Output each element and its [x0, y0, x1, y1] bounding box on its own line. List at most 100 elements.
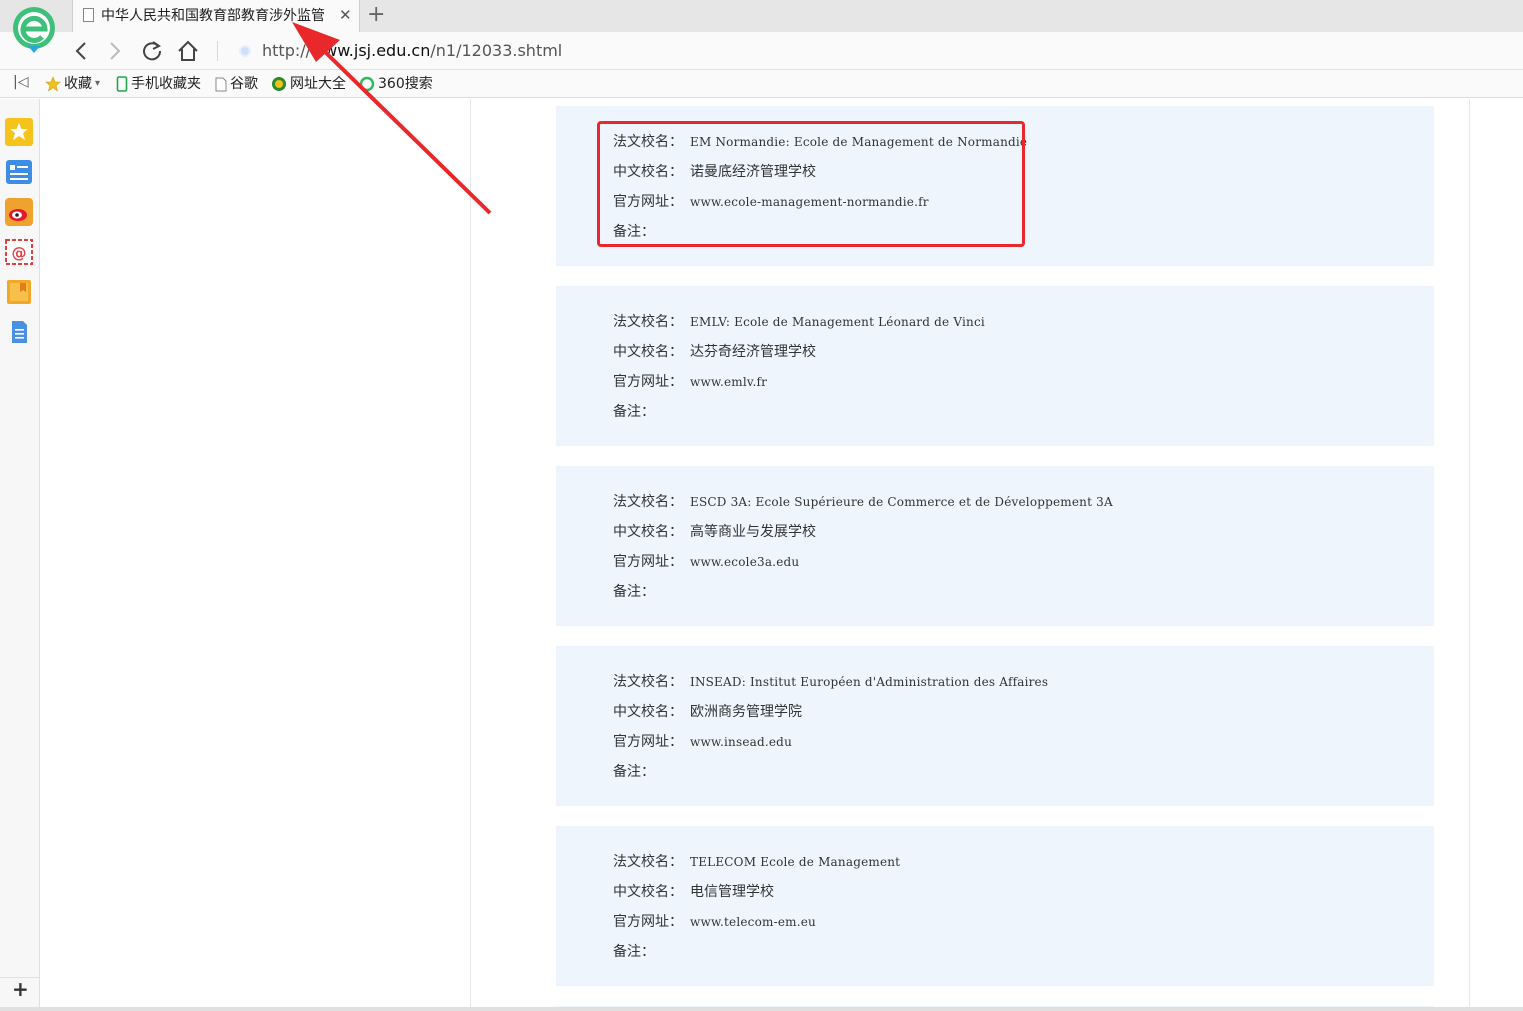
fr-name-row: 法文校名： INSEAD: Institut Européen d'Adminis…: [613, 671, 1048, 691]
cn-name-value: 电信管理学校: [690, 884, 774, 900]
browser-tab[interactable]: 中华人民共和国教育部教育涉外监管 ✕: [72, 0, 360, 32]
website-value[interactable]: www.telecom-em.eu: [690, 915, 816, 929]
add-sidebar-item-button[interactable]: +: [12, 979, 29, 999]
cn-name-label: 中文校名：: [613, 344, 683, 360]
cn-name-row: 中文校名： 达芬奇经济管理学校: [613, 341, 816, 361]
fr-name-value: TELECOM Ecole de Management: [690, 855, 901, 869]
left-sidebar: @ +: [0, 99, 40, 1007]
highlight-box: [597, 121, 1025, 247]
website-row: 官方网址： www.emlv.fr: [613, 371, 767, 391]
cn-name-label: 中文校名：: [613, 704, 683, 720]
url-domain: www.jsj.edu.cn: [311, 41, 431, 60]
school-card: 法文校名： ESCD 3A: Ecole Supérieure de Commer…: [556, 466, 1434, 626]
cn-name-value: 达芬奇经济管理学校: [690, 344, 816, 360]
website-label: 官方网址：: [613, 914, 683, 930]
weibo-icon[interactable]: [5, 198, 33, 226]
home-button[interactable]: [175, 38, 201, 64]
fr-name-value: EMLV: Ecole de Management Léonard de Vin…: [690, 315, 985, 329]
cn-name-row: 中文校名： 高等商业与发展学校: [613, 521, 816, 541]
fr-name-label: 法文校名：: [613, 674, 683, 690]
cn-name-row: 中文校名： 电信管理学校: [613, 881, 774, 901]
fr-name-row: 法文校名： TELECOM Ecole de Management: [613, 851, 900, 871]
note-row: 备注：: [613, 761, 690, 781]
chevron-down-icon: ▾: [95, 78, 101, 89]
phone-icon: [116, 76, 128, 92]
bookmark-book-icon[interactable]: [5, 278, 33, 306]
bookmark-label: 360搜索: [378, 76, 433, 92]
bookmark-label: 收藏: [64, 76, 92, 92]
website-label: 官方网址：: [613, 374, 683, 390]
chevron-right-icon: [110, 42, 121, 60]
note-label: 备注：: [613, 404, 655, 420]
note-row: 备注：: [613, 581, 690, 601]
chevron-left-icon: [75, 42, 86, 60]
fr-name-value: ESCD 3A: Ecole Supérieure de Commerce et…: [690, 495, 1113, 509]
note-label: 备注：: [613, 944, 655, 960]
home-icon: [178, 40, 198, 61]
page-icon: [83, 8, 94, 22]
website-row: 官方网址： www.ecole3a.edu: [613, 551, 799, 571]
svg-text:@: @: [12, 244, 27, 262]
fr-name-value: INSEAD: Institut Européen d'Administrati…: [690, 675, 1049, 689]
bookmark-directory[interactable]: 网址大全: [271, 74, 346, 94]
bookmark-label: 谷歌: [230, 76, 258, 92]
reload-button[interactable]: [139, 38, 165, 64]
security-indicator-icon[interactable]: [239, 45, 251, 57]
website-value[interactable]: www.insead.edu: [690, 735, 792, 749]
forward-button[interactable]: [102, 38, 128, 64]
document-icon[interactable]: [5, 318, 33, 346]
tab-title: 中华人民共和国教育部教育涉外监管: [101, 8, 325, 24]
status-bar: [0, 1007, 1523, 1011]
website-row: 官方网址： www.insead.edu: [613, 731, 792, 751]
note-row: 备注：: [613, 941, 690, 961]
fr-name-label: 法文校名：: [613, 854, 683, 870]
fr-name-label: 法文校名：: [613, 494, 683, 510]
mail-icon[interactable]: @: [5, 238, 33, 266]
favorites-star-icon[interactable]: [5, 118, 33, 146]
url-path: /n1/12033.shtml: [430, 41, 563, 60]
address-bar[interactable]: http://www.jsj.edu.cn/n1/12033.shtml: [262, 40, 562, 62]
reload-icon: [143, 41, 162, 61]
cn-name-label: 中文校名：: [613, 884, 683, 900]
school-card: 法文校名： INSEAD: Institut Européen d'Adminis…: [556, 646, 1434, 806]
website-label: 官方网址：: [613, 554, 683, 570]
website-value[interactable]: www.emlv.fr: [690, 375, 767, 389]
website-label: 官方网址：: [613, 734, 683, 750]
fr-name-row: 法文校名： EMLV: Ecole de Management Léonard d…: [613, 311, 985, 331]
globe-icon: [272, 77, 286, 91]
page-icon: [215, 77, 227, 91]
cn-name-row: 中文校名： 欧洲商务管理学院: [613, 701, 802, 721]
bookmark-favorites[interactable]: 收藏 ▾: [45, 74, 100, 94]
note-label: 备注：: [613, 764, 655, 780]
bookmark-mobile[interactable]: 手机收藏夹: [116, 74, 201, 94]
website-row: 官方网址： www.telecom-em.eu: [613, 911, 816, 931]
web-page: 法文校名： EM Normandie: Ecole de Management d…: [40, 99, 1523, 1007]
bookmarks-bar: |◁ 收藏 ▾ 手机收藏夹 谷歌 网址大全 360搜索: [0, 70, 1523, 98]
navigation-bar: http://www.jsj.edu.cn/n1/12033.shtml: [0, 32, 1523, 70]
school-card: 法文校名： TELECOM Ecole de Management 中文校名： 电信…: [556, 826, 1434, 986]
cn-name-value: 欧洲商务管理学院: [690, 704, 802, 720]
address-separator: [217, 41, 218, 61]
website-value[interactable]: www.ecole3a.edu: [690, 555, 799, 569]
fr-name-label: 法文校名：: [613, 314, 683, 330]
sidebar-toggle-icon[interactable]: |◁: [13, 74, 28, 90]
search-ring-icon: [359, 76, 375, 92]
bookmark-google[interactable]: 谷歌: [215, 74, 258, 94]
bookmark-label: 手机收藏夹: [131, 76, 201, 92]
cn-name-value: 高等商业与发展学校: [690, 524, 816, 540]
url-prefix: http://: [262, 41, 312, 60]
new-tab-button[interactable]: +: [367, 3, 385, 27]
back-button[interactable]: [68, 38, 94, 64]
cn-name-label: 中文校名：: [613, 524, 683, 540]
browser-logo-icon[interactable]: [10, 6, 58, 54]
tab-bar: 中华人民共和国教育部教育涉外监管 ✕ +: [0, 0, 1523, 32]
note-label: 备注：: [613, 584, 655, 600]
close-icon[interactable]: ✕: [339, 5, 352, 25]
bookmark-label: 网址大全: [290, 76, 346, 92]
bookmark-360-search[interactable]: 360搜索: [359, 74, 433, 94]
note-row: 备注：: [613, 401, 690, 421]
school-card: 法文校名： EMLV: Ecole de Management Léonard d…: [556, 286, 1434, 446]
fr-name-row: 法文校名： ESCD 3A: Ecole Supérieure de Commer…: [613, 491, 1113, 511]
star-icon: [45, 76, 61, 92]
news-icon[interactable]: [5, 158, 33, 186]
